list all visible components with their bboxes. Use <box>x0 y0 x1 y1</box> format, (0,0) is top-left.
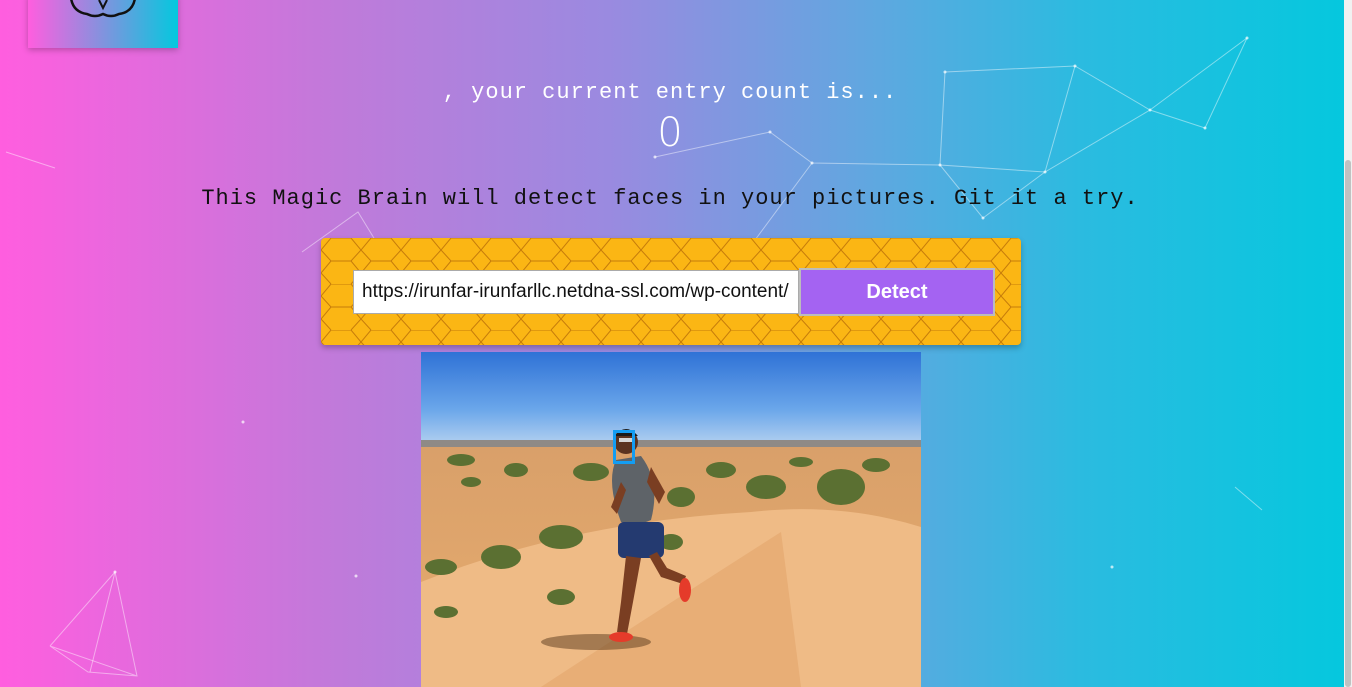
detected-image <box>421 352 921 687</box>
image-url-input[interactable] <box>353 270 799 314</box>
page-scrollbar[interactable] <box>1344 0 1352 687</box>
runner-photo <box>421 352 921 687</box>
scrollbar-thumb[interactable] <box>1345 160 1351 687</box>
detect-button[interactable]: Detect <box>799 268 995 316</box>
entry-count-value: 0 <box>657 110 683 156</box>
logo <box>28 0 178 48</box>
face-bounding-box <box>613 430 635 464</box>
page-tagline: This Magic Brain will detect faces in yo… <box>201 186 1139 211</box>
brain-icon <box>70 0 136 18</box>
image-url-form: Detect <box>321 238 1021 345</box>
entry-count-label: , your current entry count is... <box>442 80 898 105</box>
